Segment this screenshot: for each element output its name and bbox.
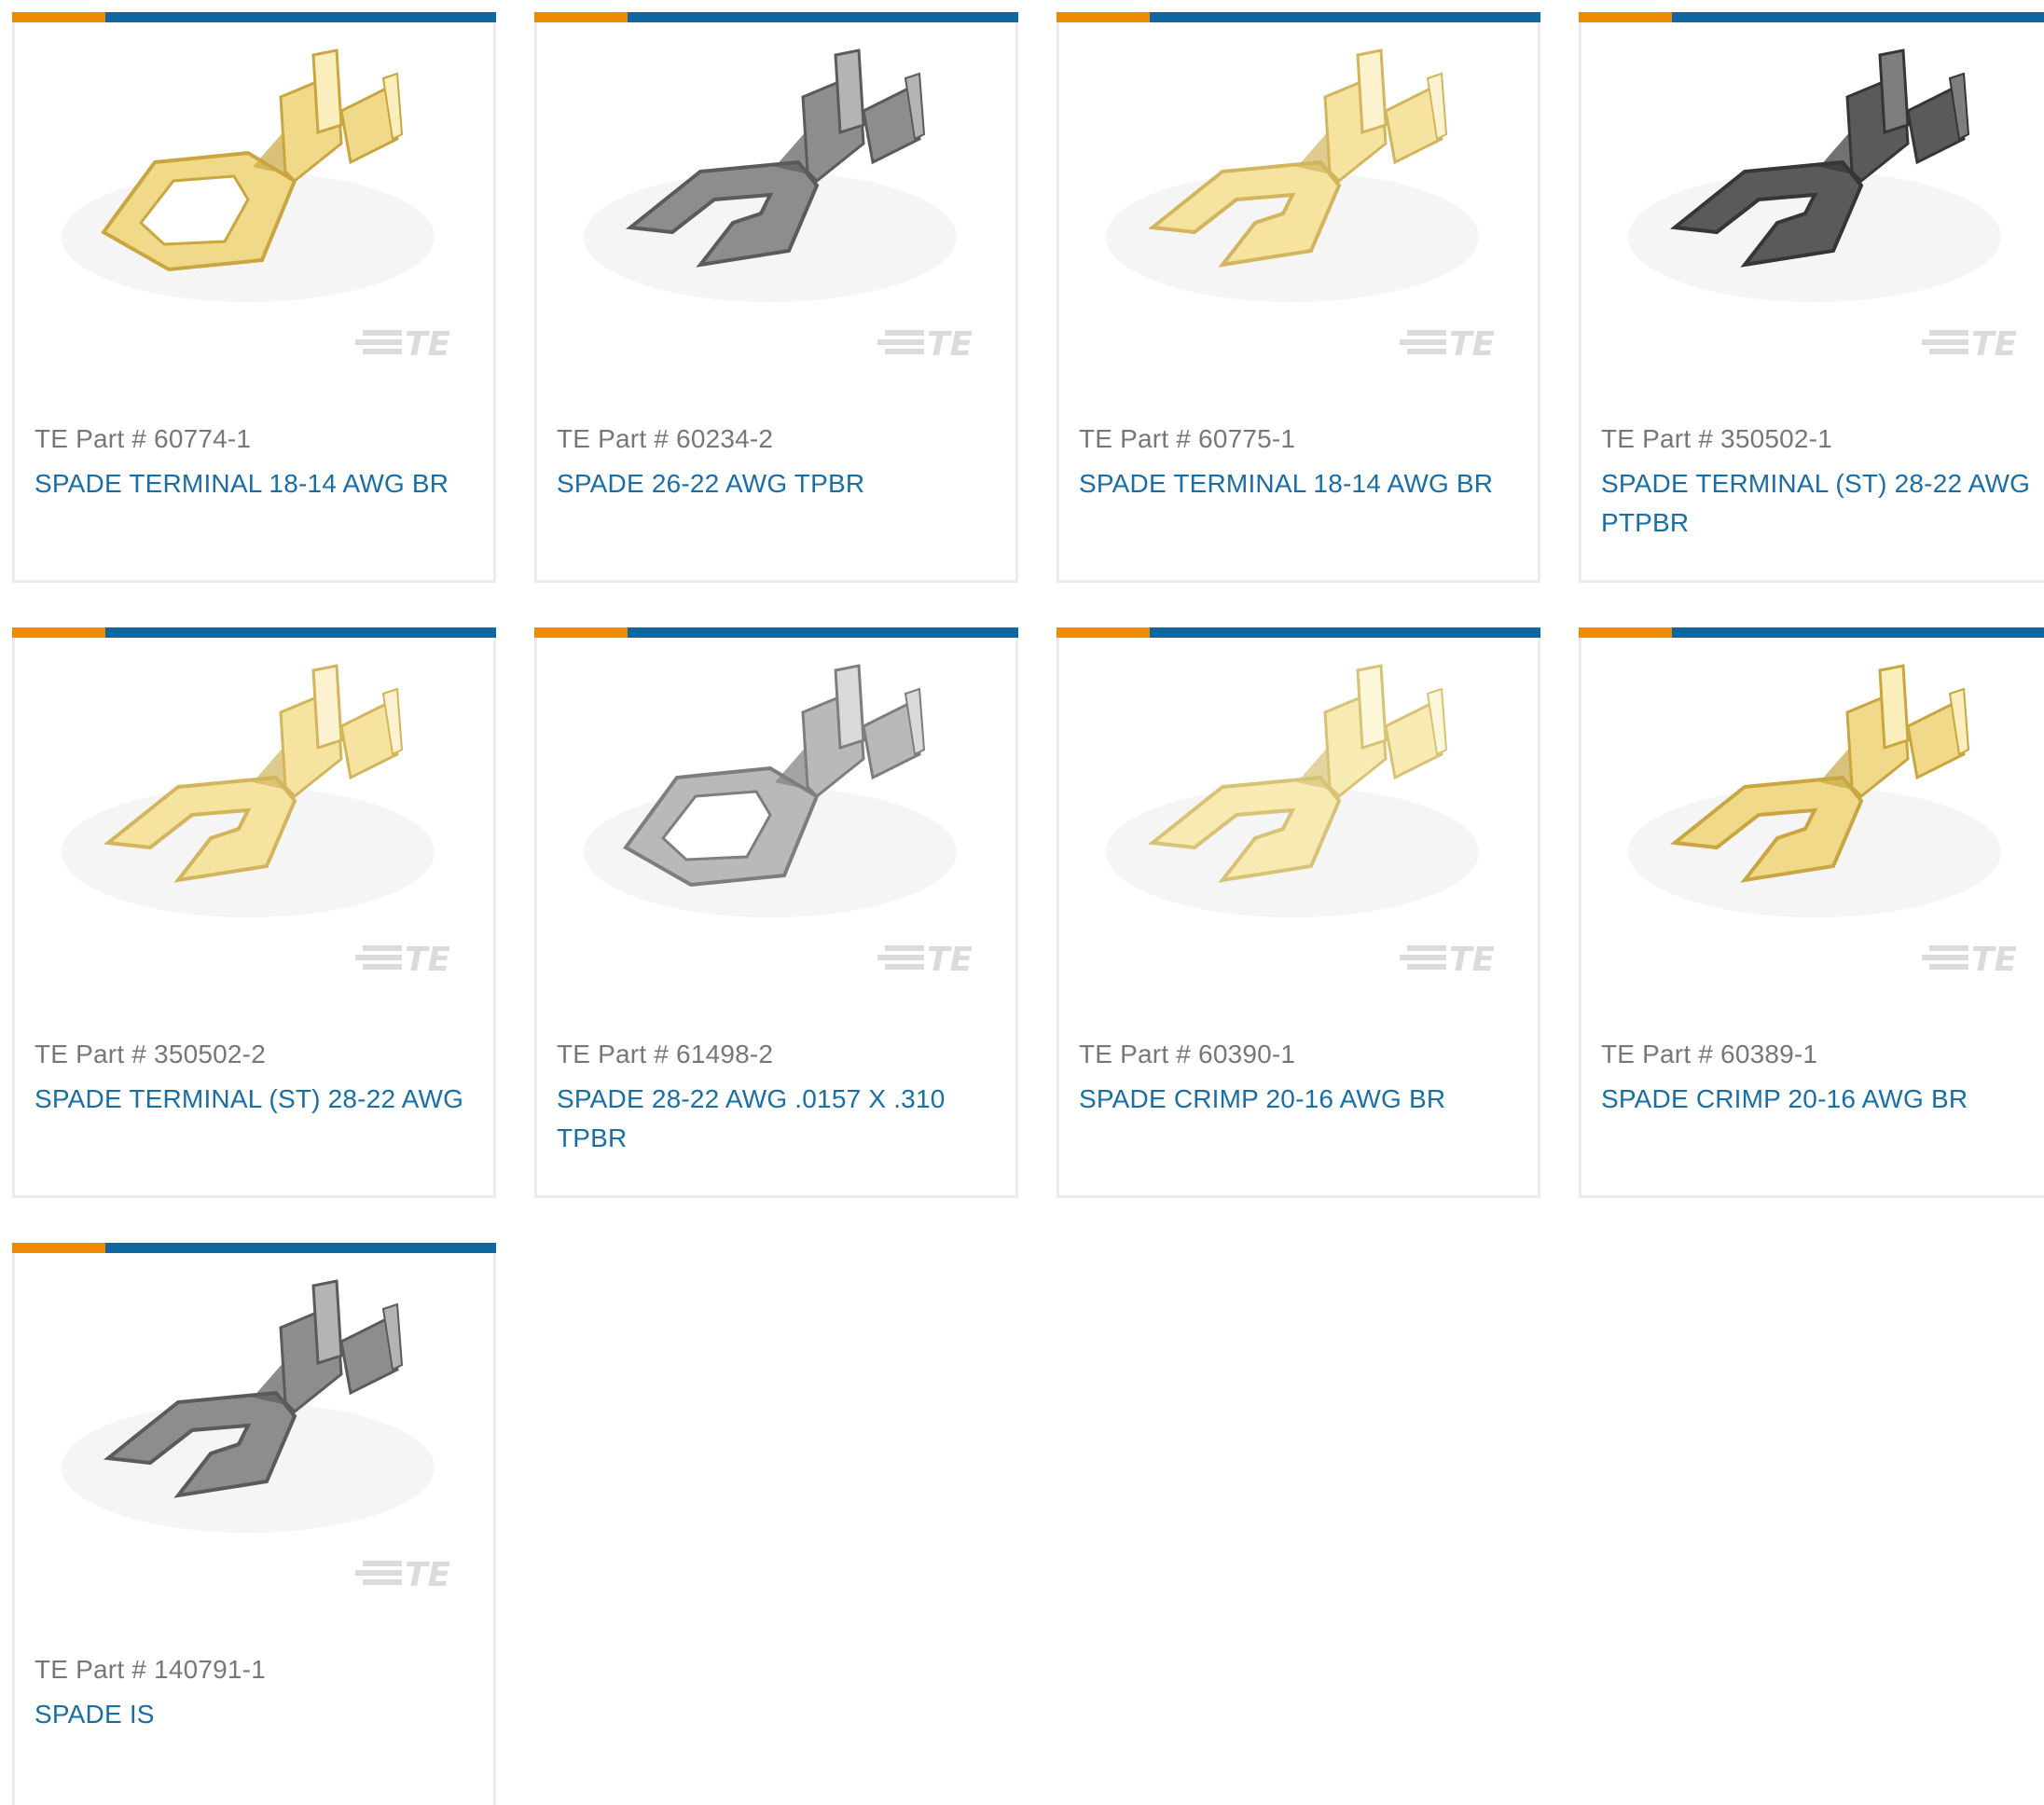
te-logo-icon: TE bbox=[1400, 941, 1496, 979]
card-accent-bar bbox=[1579, 12, 2044, 22]
product-image[interactable]: TE bbox=[537, 22, 1015, 377]
product-card[interactable]: TE TE Part # 60775-1 SPADE TERMINAL 18-1… bbox=[1057, 12, 1540, 583]
part-number: TE Part # 60389-1 bbox=[1601, 1040, 1818, 1068]
svg-text:TE: TE bbox=[1449, 325, 1496, 364]
product-image[interactable]: TE bbox=[537, 638, 1015, 992]
svg-text:TE: TE bbox=[1971, 325, 2018, 364]
card-accent-bar bbox=[12, 12, 496, 22]
card-accent-bar bbox=[1057, 12, 1540, 22]
product-title-link[interactable]: SPADE CRIMP 20-16 AWG BR bbox=[1079, 1080, 1526, 1119]
spade-terminal-image[interactable]: TE bbox=[15, 638, 493, 992]
spade-terminal-image[interactable]: TE bbox=[15, 1253, 493, 1607]
product-card[interactable]: TE TE Part # 350502-2 SPADE TERMINAL (ST… bbox=[12, 627, 496, 1198]
spade-terminal-image[interactable]: TE bbox=[537, 638, 1015, 992]
card-accent-bar bbox=[534, 12, 1018, 22]
svg-text:TE: TE bbox=[927, 941, 974, 979]
product-title-link[interactable]: SPADE CRIMP 20-16 AWG BR bbox=[1601, 1080, 2044, 1119]
part-number: TE Part # 140791-1 bbox=[35, 1655, 266, 1684]
te-logo-icon: TE bbox=[1922, 325, 2018, 364]
svg-text:TE: TE bbox=[927, 325, 974, 364]
te-logo-icon: TE bbox=[877, 941, 974, 979]
product-title-link[interactable]: SPADE IS bbox=[35, 1695, 482, 1734]
product-image[interactable]: TE bbox=[1581, 638, 2044, 992]
card-accent-bar bbox=[1057, 627, 1540, 638]
te-logo-icon: TE bbox=[1400, 325, 1496, 364]
spade-terminal-image[interactable]: TE bbox=[1059, 22, 1538, 377]
card-accent-bar bbox=[12, 627, 496, 638]
svg-text:TE: TE bbox=[1971, 941, 2018, 979]
svg-text:TE: TE bbox=[405, 941, 451, 979]
product-title-link[interactable]: SPADE TERMINAL 18-14 AWG BR bbox=[1079, 464, 1526, 503]
svg-text:TE: TE bbox=[405, 325, 451, 364]
product-image[interactable]: TE bbox=[1581, 22, 2044, 377]
spade-terminal-image[interactable]: TE bbox=[15, 22, 493, 377]
product-title-link[interactable]: SPADE TERMINAL (ST) 28-22 AWG PTPBR bbox=[1601, 464, 2044, 543]
part-number: TE Part # 60234-2 bbox=[557, 424, 774, 453]
product-card[interactable]: TE TE Part # 60390-1 SPADE CRIMP 20-16 A… bbox=[1057, 627, 1540, 1198]
spade-terminal-image[interactable]: TE bbox=[1581, 638, 2044, 992]
svg-text:TE: TE bbox=[405, 1556, 451, 1594]
product-title-link[interactable]: SPADE TERMINAL (ST) 28-22 AWG bbox=[35, 1080, 482, 1119]
part-number: TE Part # 350502-2 bbox=[35, 1040, 266, 1068]
card-accent-bar bbox=[534, 627, 1018, 638]
te-logo-icon: TE bbox=[355, 1556, 451, 1594]
product-image[interactable]: TE bbox=[15, 638, 493, 992]
te-logo-icon: TE bbox=[877, 325, 974, 364]
product-image[interactable]: TE bbox=[1059, 22, 1538, 377]
spade-terminal-image[interactable]: TE bbox=[1059, 638, 1538, 992]
product-card[interactable]: TE TE Part # 350502-1 SPADE TERMINAL (ST… bbox=[1579, 12, 2044, 583]
te-logo-icon: TE bbox=[1922, 941, 2018, 979]
product-title-link[interactable]: SPADE TERMINAL 18-14 AWG BR bbox=[35, 464, 482, 503]
part-number: TE Part # 60390-1 bbox=[1079, 1040, 1296, 1068]
te-logo-icon: TE bbox=[355, 941, 451, 979]
product-card[interactable]: TE TE Part # 60234-2 SPADE 26-22 AWG TPB… bbox=[534, 12, 1018, 583]
product-title-link[interactable]: SPADE 26-22 AWG TPBR bbox=[557, 464, 1004, 503]
card-accent-bar bbox=[1579, 627, 2044, 638]
product-card[interactable]: TE TE Part # 140791-1 SPADE IS bbox=[12, 1243, 496, 1805]
te-logo-icon: TE bbox=[355, 325, 451, 364]
spade-terminal-image[interactable]: TE bbox=[537, 22, 1015, 377]
part-number: TE Part # 61498-2 bbox=[557, 1040, 774, 1068]
part-number: TE Part # 60775-1 bbox=[1079, 424, 1296, 453]
spade-terminal-image[interactable]: TE bbox=[1581, 22, 2044, 377]
product-card[interactable]: TE TE Part # 60774-1 SPADE TERMINAL 18-1… bbox=[12, 12, 496, 583]
part-number: TE Part # 60774-1 bbox=[35, 424, 252, 453]
product-card[interactable]: TE TE Part # 60389-1 SPADE CRIMP 20-16 A… bbox=[1579, 627, 2044, 1198]
product-card[interactable]: TE TE Part # 61498-2 SPADE 28-22 AWG .01… bbox=[534, 627, 1018, 1198]
product-image[interactable]: TE bbox=[1059, 638, 1538, 992]
part-number: TE Part # 350502-1 bbox=[1601, 424, 1832, 453]
svg-text:TE: TE bbox=[1449, 941, 1496, 979]
product-title-link[interactable]: SPADE 28-22 AWG .0157 X .310 TPBR bbox=[557, 1080, 1004, 1158]
product-image[interactable]: TE bbox=[15, 22, 493, 377]
product-image[interactable]: TE bbox=[15, 1253, 493, 1607]
card-accent-bar bbox=[12, 1243, 496, 1253]
